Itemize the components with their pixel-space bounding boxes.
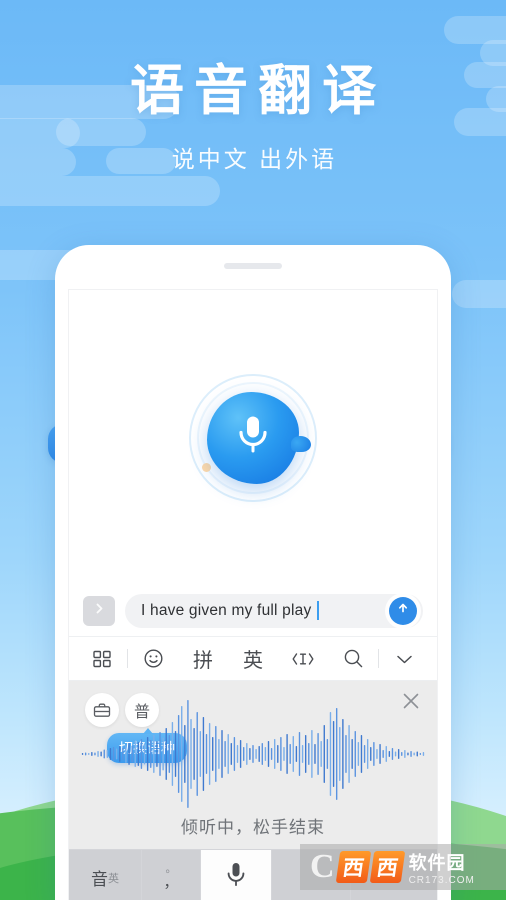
watermark-site-name: 软件园 (408, 852, 466, 873)
cloud-decoration (452, 280, 506, 308)
listening-status: 倾听中，松手结束 (181, 818, 325, 837)
chevron-right-icon (93, 602, 106, 620)
chevron-down-icon[interactable] (379, 637, 429, 680)
header: 语音翻译 说中文 出外语 (0, 60, 506, 174)
collapse-button[interactable] (83, 595, 115, 626)
translation-stage (69, 290, 437, 585)
microphone-icon (226, 861, 246, 894)
audio-waveform (81, 699, 425, 809)
send-button[interactable] (389, 596, 417, 625)
cursor-move-icon[interactable] (278, 637, 328, 680)
input-row: I have given my full play (69, 585, 437, 637)
watermark-letter: C (310, 848, 335, 885)
search-icon[interactable] (328, 637, 378, 680)
phone-mockup: I have given my full play 拼 英 普 倾听中，松手结束… (55, 245, 451, 900)
page-subtitle: 说中文 出外语 (171, 146, 338, 173)
english-mode-button[interactable]: 英 (228, 637, 278, 680)
microphone-icon (236, 413, 270, 462)
punctuation-key[interactable]: 。 ， (142, 850, 200, 900)
phone-speaker (224, 263, 282, 269)
arrow-up-icon (396, 601, 410, 620)
grid-icon[interactable] (77, 637, 127, 680)
orb-dot (202, 462, 211, 472)
voice-orb[interactable] (188, 373, 318, 503)
pinyin-mode-button[interactable]: 拼 (178, 637, 228, 680)
text-caret (317, 601, 320, 620)
watermark-badge-one: 西 (335, 851, 371, 883)
orb-tail (291, 435, 311, 452)
language-key-sub: 英 (108, 872, 119, 885)
cloud-decoration (0, 176, 220, 206)
page-title: 语音翻译 (130, 61, 386, 121)
orb-blob (207, 391, 311, 484)
input-value: I have given my full play (141, 601, 312, 619)
watermark: C 西 西 软件园 CR173.COM (300, 844, 506, 890)
keyboard-toolbar: 拼 英 (69, 637, 437, 681)
punctuation-bottom: ， (163, 874, 179, 892)
search-input[interactable]: I have given my full play (125, 593, 423, 628)
phone-screen: I have given my full play 拼 英 普 倾听中，松手结束… (68, 289, 438, 900)
emoji-icon[interactable] (128, 637, 178, 680)
language-toggle-key[interactable]: 音英 (69, 850, 141, 900)
watermark-text: 软件园 CR173.COM (409, 849, 475, 886)
language-key-main: 音 (91, 870, 108, 889)
microphone-key[interactable] (201, 850, 271, 900)
voice-input-panel: 普 切换语种 倾听中，松手结束 (69, 681, 437, 849)
watermark-badge-two: 西 (369, 851, 405, 883)
watermark-url: CR173.COM (408, 874, 475, 886)
